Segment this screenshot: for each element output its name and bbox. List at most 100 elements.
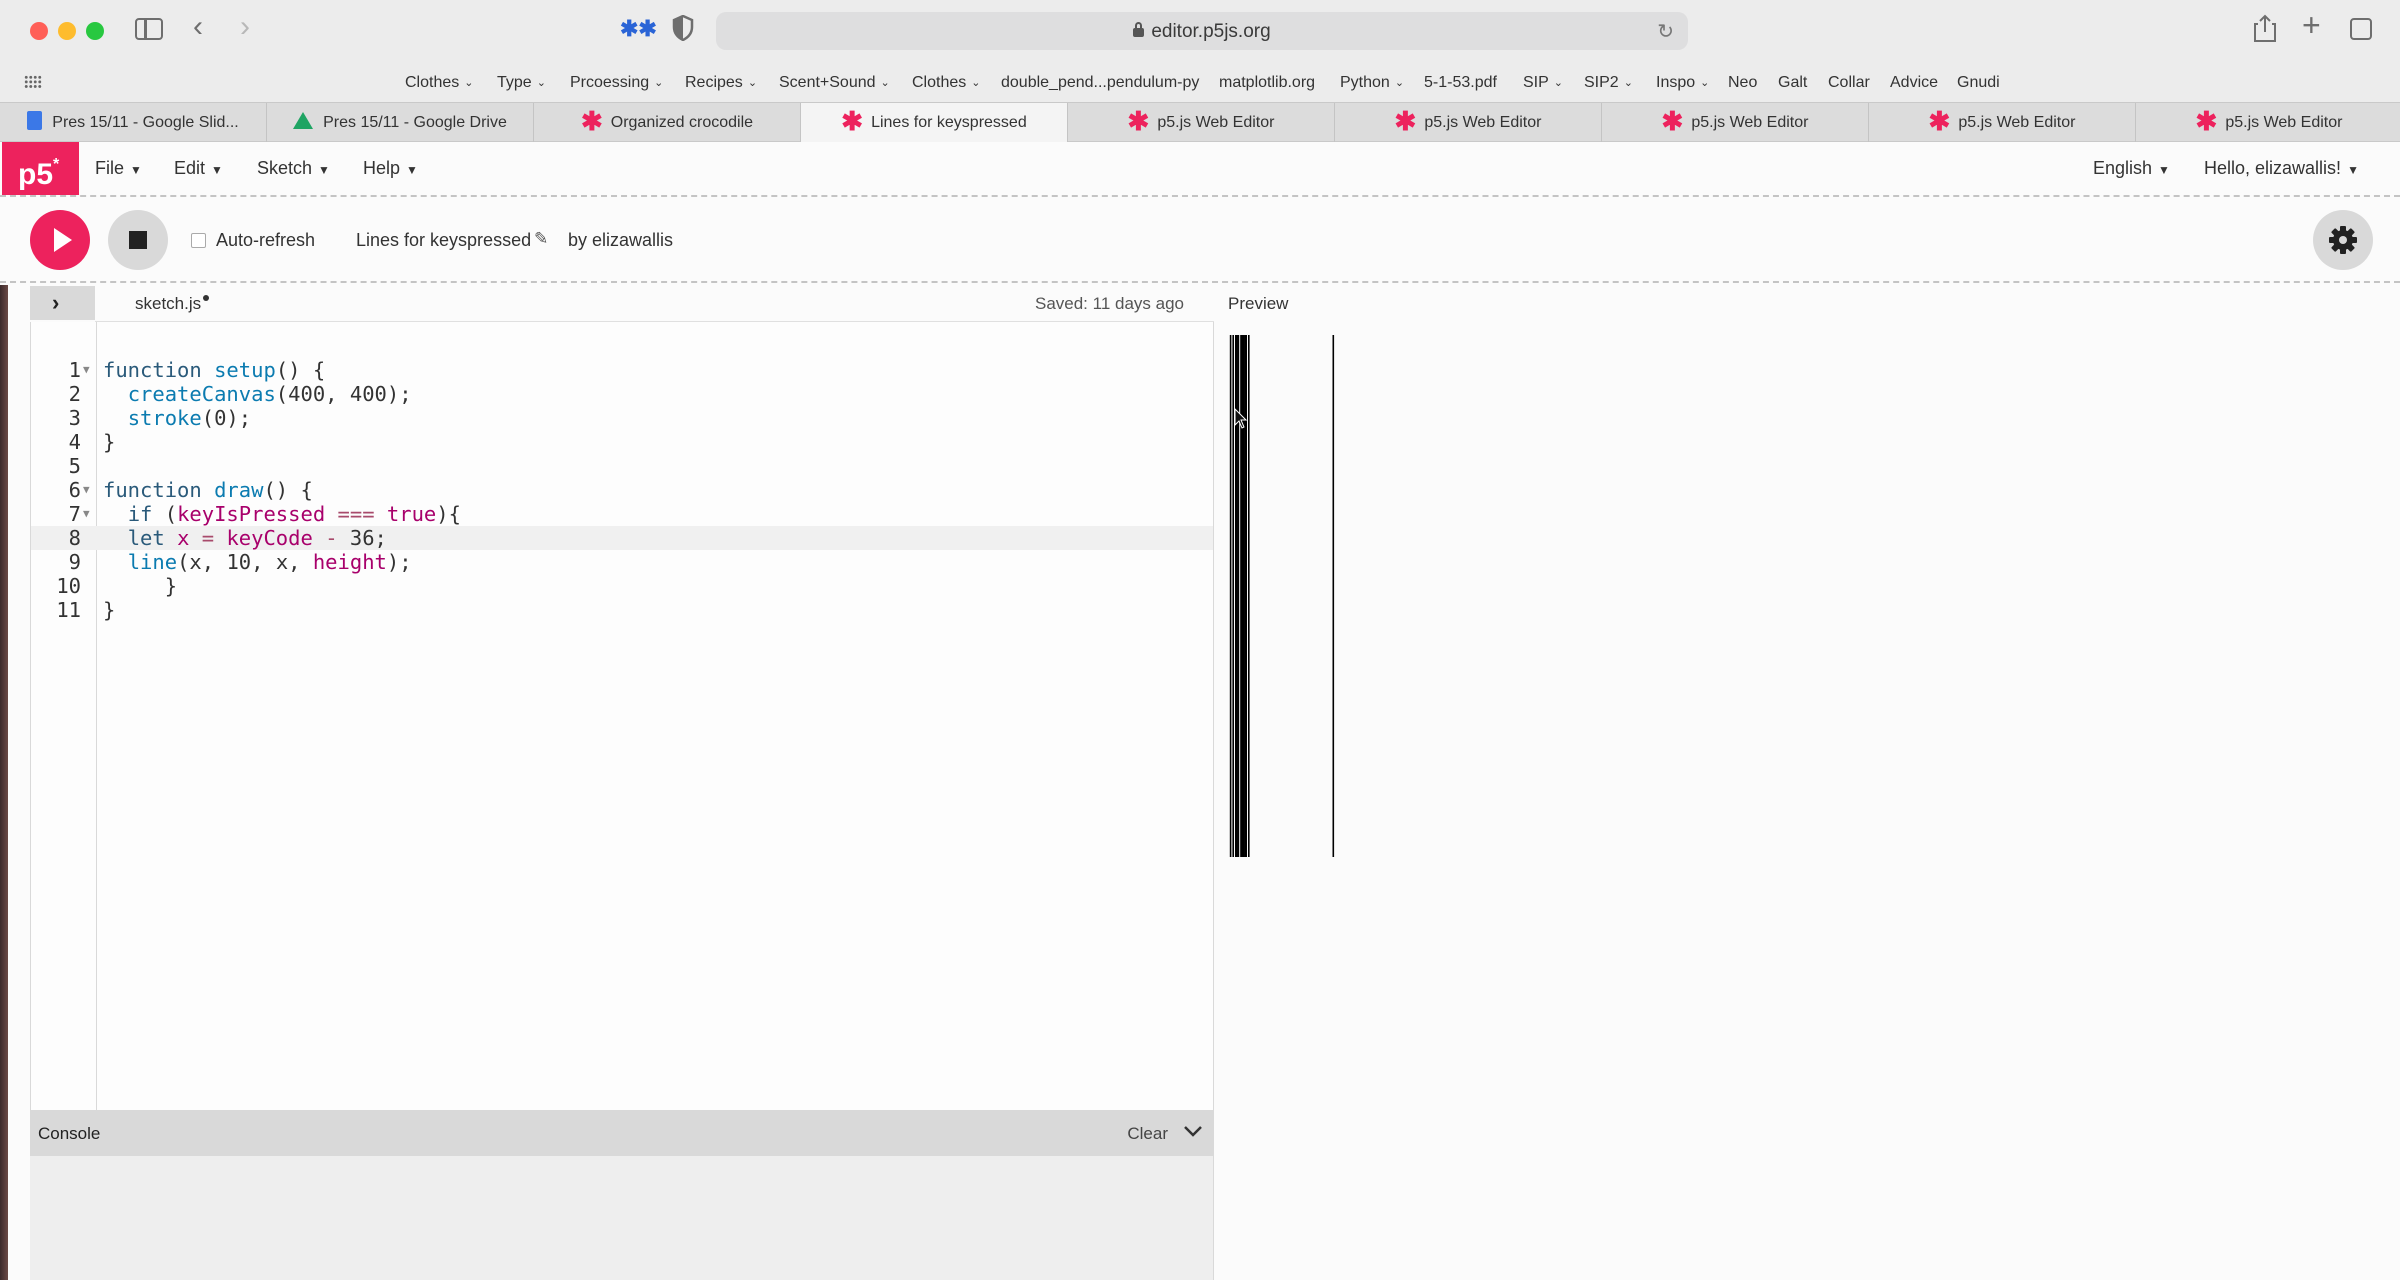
privacy-shield-icon[interactable] [672, 14, 694, 42]
console-clear-button[interactable]: Clear [1127, 1124, 1168, 1144]
code-line[interactable]: 11} [31, 598, 1213, 622]
code-line[interactable]: 10 } [31, 574, 1213, 598]
favorite-16[interactable]: Advice [1890, 74, 1938, 92]
extension-icon[interactable]: ✱✱ [620, 16, 657, 42]
code-text: line(x, 10, x, height); [127, 550, 412, 574]
tab-overview-icon[interactable] [2350, 18, 2372, 40]
code-line[interactable]: 4} [31, 430, 1213, 454]
code-text: let x = keyCode - 36; [127, 526, 387, 550]
p5-logo[interactable]: p5* [2, 142, 79, 195]
sketch-toolbar: Auto-refresh Lines for keyspressed ✎ by … [0, 197, 2400, 283]
close-window-icon[interactable] [30, 22, 48, 40]
favorite-13[interactable]: Neo [1728, 74, 1757, 92]
line-number: 9 [68, 550, 81, 574]
code-line[interactable]: 2 createCanvas(400, 400); [31, 382, 1213, 406]
browser-tab[interactable]: Pres 15/11 - Google Drive [267, 103, 534, 142]
code-line[interactable]: 3 stroke(0); [31, 406, 1213, 430]
favorite-17[interactable]: Gnudi [1957, 74, 2000, 92]
line-number: 4 [68, 430, 81, 454]
code-line[interactable]: 5 [31, 454, 1213, 478]
chevron-down-icon: ⌄ [464, 77, 474, 89]
pencil-icon[interactable]: ✎ [534, 229, 548, 249]
saved-status: Saved: 11 days ago [1034, 294, 1184, 313]
favorite-3[interactable]: Recipes ⌄ [685, 74, 757, 92]
play-button[interactable] [30, 210, 90, 270]
forward-icon[interactable]: › [240, 12, 250, 42]
menu-help[interactable]: Help ▼ [363, 158, 418, 179]
p5-star-icon: ✱ [580, 106, 603, 137]
browser-tab[interactable]: ✱ p5.js Web Editor [1602, 103, 1869, 142]
favorite-4[interactable]: Scent+Sound ⌄ [779, 74, 890, 92]
code-line[interactable]: 8 let x = keyCode - 36; [31, 526, 1213, 550]
favorite-5[interactable]: Clothes ⌄ [912, 74, 980, 92]
chevron-down-icon[interactable] [1182, 1120, 1204, 1142]
favorite-9[interactable]: 5-1-53.pdf [1424, 74, 1497, 92]
sketch-name[interactable]: Lines for keyspressed [356, 230, 531, 251]
browser-tab[interactable]: ✱ p5.js Web Editor [1068, 103, 1335, 142]
browser-tab[interactable]: ✱ p5.js Web Editor [1869, 103, 2136, 142]
window-edge [0, 285, 8, 1280]
code-line[interactable]: 1 ▼ function setup() { [31, 358, 1213, 382]
reload-icon[interactable]: ↻ [1657, 19, 1674, 44]
user-menu[interactable]: Hello, elizawallis! ▼ [2204, 158, 2359, 179]
favorite-1[interactable]: Type ⌄ [497, 74, 546, 92]
menu-edit[interactable]: Edit ▼ [174, 158, 223, 179]
p5-nav: p5* File ▼ Edit ▼ Sketch ▼ Help ▼ English ▼ H… [0, 142, 2400, 197]
share-icon[interactable] [2254, 14, 2276, 48]
code-text: } [103, 430, 116, 454]
preview-canvas[interactable] [1228, 320, 1828, 920]
fullscreen-window-icon[interactable] [86, 22, 104, 40]
mouse-cursor-icon [1234, 408, 1248, 429]
apps-grid-icon[interactable] [24, 75, 42, 89]
fold-arrow-icon[interactable]: ▼ [83, 478, 90, 502]
favorite-8[interactable]: Python ⌄ [1340, 74, 1404, 92]
tab-label: Lines for keyspressed [871, 114, 1027, 131]
favorite-6[interactable]: double_pend...pendulum-py [1001, 74, 1199, 92]
browser-tab[interactable]: ✱ p5.js Web Editor [1335, 103, 1602, 142]
file-tab[interactable]: sketch.js [135, 294, 210, 314]
new-tab-icon[interactable]: + [2302, 9, 2321, 41]
menu-file[interactable]: File ▼ [95, 158, 142, 179]
address-bar[interactable]: editor.p5js.org ↻ [716, 12, 1688, 50]
code-text: } [103, 598, 116, 622]
code-line[interactable]: 6 ▼ function draw() { [31, 478, 1213, 502]
tab-bar: Pres 15/11 - Google Slid... Pres 15/11 - … [0, 102, 2400, 142]
browser-window: ‹ › ✱✱ editor.p5js.org ↻ + Clothes ⌄ Type ⌄… [0, 0, 2400, 1280]
chevron-down-icon: ⌄ [971, 77, 981, 89]
menu-sketch[interactable]: Sketch ▼ [257, 158, 330, 179]
favorite-7[interactable]: matplotlib.org [1219, 74, 1315, 92]
p5-star-icon: ✱ [1928, 106, 1951, 137]
chevron-down-icon: ⌄ [536, 77, 546, 89]
p5-star-icon: ✱ [1127, 106, 1150, 137]
favorite-14[interactable]: Galt [1778, 74, 1807, 92]
favorite-12[interactable]: Inspo ⌄ [1656, 74, 1709, 92]
minimize-window-icon[interactable] [58, 22, 76, 40]
browser-tab[interactable]: Pres 15/11 - Google Slid... [0, 103, 267, 142]
browser-tab[interactable]: ✱ Lines for keyspressed [801, 103, 1068, 142]
editor-panel: › sketch.js Saved: 11 days ago 1 ▼ functio… [30, 286, 1214, 1280]
fold-arrow-icon[interactable]: ▼ [83, 502, 90, 526]
auto-refresh-label: Auto-refresh [216, 230, 316, 250]
settings-button[interactable] [2313, 210, 2373, 270]
line-number: 5 [68, 454, 81, 478]
favorite-0[interactable]: Clothes ⌄ [405, 74, 473, 92]
language-select[interactable]: English ▼ [2093, 158, 2170, 179]
back-icon[interactable]: ‹ [193, 12, 203, 42]
chevron-down-icon: ⌄ [1394, 77, 1405, 89]
favorite-10[interactable]: SIP ⌄ [1523, 74, 1563, 92]
favorite-15[interactable]: Collar [1828, 74, 1870, 92]
sidebar-toggle-icon[interactable] [135, 18, 163, 40]
favorite-2[interactable]: Prcoessing ⌄ [570, 74, 663, 92]
tab-label: Pres 15/11 - Google Slid... [52, 114, 239, 131]
code-line[interactable]: 9 line(x, 10, x, height); [31, 550, 1213, 574]
browser-tab[interactable]: ✱ Organized crocodile [534, 103, 801, 142]
code-editor[interactable]: 1 ▼ function setup() {2 createCanvas(400, … [30, 322, 1214, 1110]
browser-tab[interactable]: ✱ p5.js Web Editor [2136, 103, 2400, 142]
favorite-11[interactable]: SIP2 ⌄ [1584, 74, 1633, 92]
auto-refresh-checkbox[interactable] [191, 233, 206, 248]
fold-arrow-icon[interactable]: ▼ [83, 358, 90, 382]
code-line[interactable]: 7 ▼ if (keyIsPressed === true){ [31, 502, 1213, 526]
stop-button[interactable] [108, 210, 168, 270]
line-number: 10 [56, 574, 81, 598]
file-explorer-toggle[interactable]: › [30, 286, 95, 320]
